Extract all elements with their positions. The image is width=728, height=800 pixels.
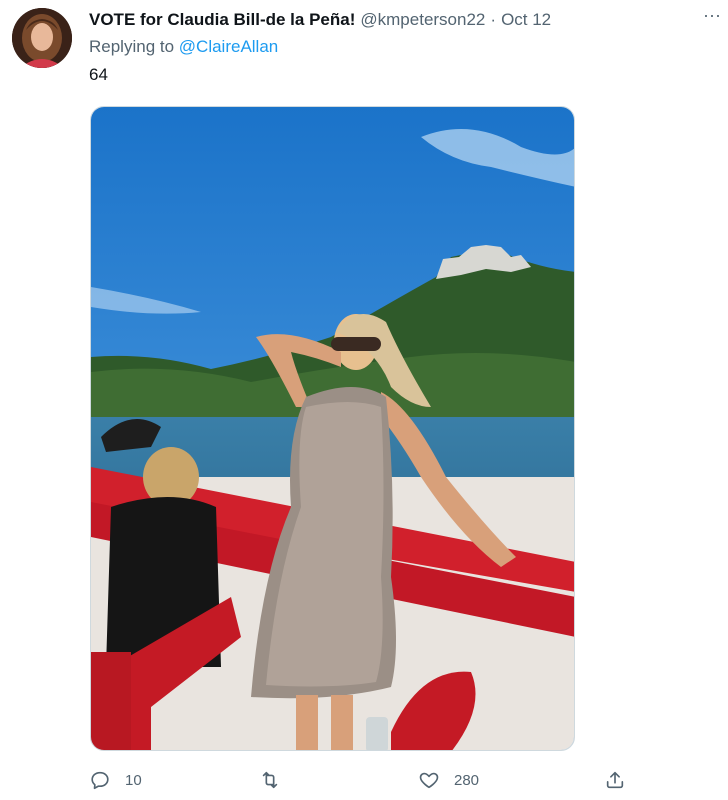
like-button[interactable]: 280 — [418, 766, 479, 794]
tweet-date[interactable]: Oct 12 — [501, 10, 551, 30]
heart-icon — [419, 772, 439, 789]
reply-count: 10 — [125, 771, 142, 789]
replying-to: Replying to @ClaireAllan — [89, 37, 278, 57]
more-options-icon[interactable]: ··· — [700, 6, 724, 28]
profile-avatar[interactable] — [12, 8, 72, 68]
reply-button[interactable]: 10 — [89, 766, 142, 794]
replying-prefix: Replying to — [89, 37, 179, 56]
like-count: 280 — [454, 771, 480, 789]
tweet-actions: 10 280 — [89, 766, 629, 794]
tweet-text: 64 — [89, 65, 108, 84]
user-handle[interactable]: @kmpeterson22 — [360, 10, 485, 30]
photo-icon — [91, 107, 574, 750]
separator-dot: · — [490, 10, 497, 29]
user-avatar-icon — [12, 8, 72, 68]
retweet-button[interactable] — [259, 766, 295, 794]
replying-to-link[interactable]: @ClaireAllan — [179, 37, 278, 56]
tweet-header: VOTE for Claudia Bill-de la Peña! @kmpet… — [89, 10, 728, 34]
reply-icon — [91, 771, 109, 790]
share-button[interactable] — [604, 766, 626, 794]
retweet-icon — [262, 771, 278, 789]
share-icon — [606, 771, 624, 789]
tweet-photo[interactable] — [90, 106, 575, 751]
display-name[interactable]: VOTE for Claudia Bill-de la Peña! — [89, 10, 355, 30]
